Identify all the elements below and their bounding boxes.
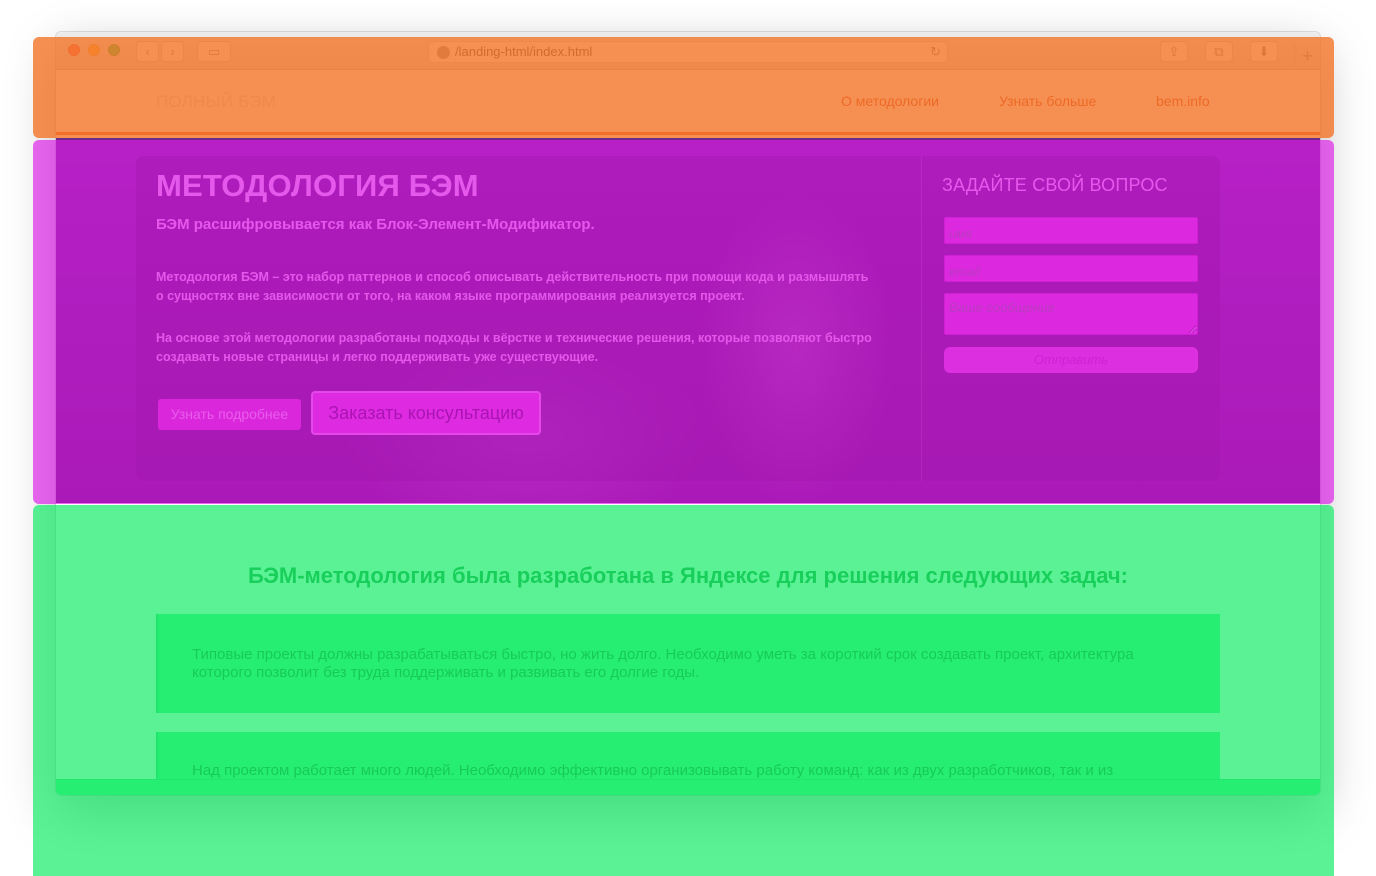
page-viewport: ПОЛНЫЙ БЭМ О методологии Узнать больше b… bbox=[56, 70, 1320, 795]
question-form-title: ЗАДАЙТЕ СВОЙ ВОПРОС bbox=[942, 175, 1168, 195]
tasks-section: БЭМ-методология была разработана в Яндек… bbox=[56, 503, 1320, 795]
learn-more-button[interactable]: Узнать подробнее bbox=[158, 399, 301, 430]
send-button[interactable]: Отправить bbox=[944, 347, 1198, 373]
download-icon: ⬇ bbox=[1258, 44, 1270, 59]
hero-card: МЕТОДОЛОГИЯ БЭМ БЭМ расшифровывается как… bbox=[136, 156, 1220, 481]
address-bar[interactable]: /landing-html/index.html ↻ bbox=[428, 41, 948, 63]
hero-divider bbox=[921, 156, 922, 481]
task-item: Типовые проекты должны разрабатываться б… bbox=[156, 614, 1220, 713]
forward-button[interactable]: › bbox=[161, 41, 184, 62]
site-header: ПОЛНЫЙ БЭМ О методологии Узнать больше b… bbox=[56, 70, 1320, 135]
close-window-button[interactable] bbox=[68, 44, 80, 56]
chevron-right-icon: › bbox=[170, 44, 175, 59]
hero-paragraph-2: На основе этой методологии разработаны п… bbox=[156, 331, 872, 364]
chevron-left-icon: ‹ bbox=[145, 44, 150, 59]
sidebar-icon: ▭ bbox=[207, 44, 221, 59]
share-icon: ⇪ bbox=[1168, 44, 1180, 59]
browser-window: ‹ › ▭ /landing-html/index.html ↻ ⇪ ⧉ ⬇ +… bbox=[56, 32, 1320, 795]
new-tab-button[interactable]: + bbox=[1294, 44, 1320, 70]
brand-logo[interactable]: ПОЛНЫЙ БЭМ bbox=[144, 81, 288, 122]
nav-link-learn-more[interactable]: Узнать больше bbox=[999, 93, 1096, 109]
order-consultation-button[interactable]: Заказать консультацию bbox=[311, 391, 541, 435]
hero-title: МЕТОДОЛОГИЯ БЭМ bbox=[156, 168, 479, 203]
message-field[interactable] bbox=[944, 293, 1198, 335]
minimize-window-button[interactable] bbox=[88, 44, 100, 56]
email-field[interactable] bbox=[944, 255, 1198, 282]
tasks-title: БЭМ-методология была разработана в Яндек… bbox=[247, 563, 1129, 588]
browser-status-bar bbox=[56, 779, 1320, 795]
downloads-button[interactable]: ⬇ bbox=[1250, 41, 1278, 62]
globe-icon bbox=[437, 46, 450, 59]
reload-icon[interactable]: ↻ bbox=[930, 42, 941, 62]
share-button[interactable]: ⇪ bbox=[1160, 41, 1188, 62]
nav-link-bem-info[interactable]: bem.info bbox=[1156, 93, 1210, 109]
name-field[interactable] bbox=[944, 217, 1198, 244]
tabs-icon: ⧉ bbox=[1214, 44, 1224, 59]
hero-section: МЕТОДОЛОГИЯ БЭМ БЭМ расшифровывается как… bbox=[56, 138, 1320, 503]
back-button[interactable]: ‹ bbox=[136, 41, 159, 62]
address-url: /landing-html/index.html bbox=[455, 44, 593, 59]
tabs-overview-button[interactable]: ⧉ bbox=[1205, 41, 1233, 62]
maximize-window-button[interactable] bbox=[108, 44, 120, 56]
hero-subtitle: БЭМ расшифровывается как Блок-Элемент-Мо… bbox=[156, 216, 595, 233]
browser-titlebar: ‹ › ▭ /landing-html/index.html ↻ ⇪ ⧉ ⬇ + bbox=[56, 32, 1320, 70]
nav-link-methodology[interactable]: О методологии bbox=[841, 93, 939, 109]
hero-paragraph-1: Методология БЭМ – это набор паттернов и … bbox=[156, 270, 869, 303]
sidebar-toggle-button[interactable]: ▭ bbox=[197, 41, 231, 62]
